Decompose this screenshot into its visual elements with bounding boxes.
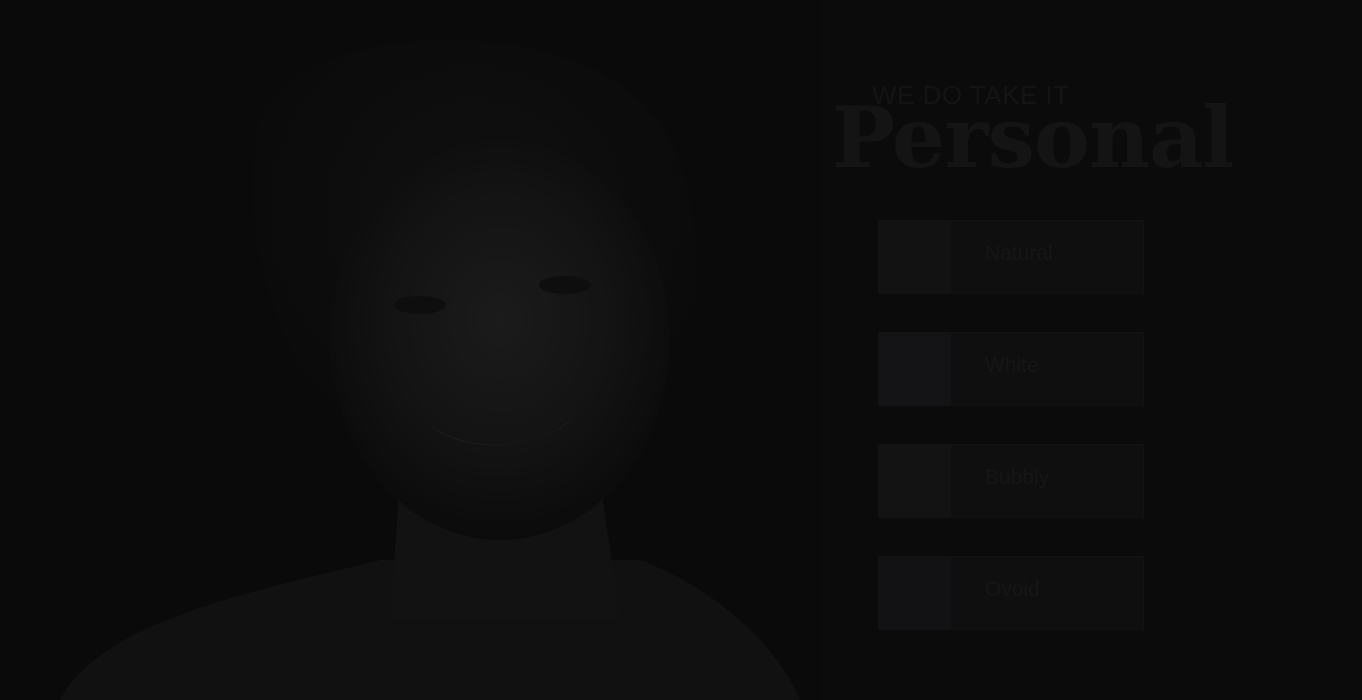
- page-stage: WE DO TAKE IT Personal Natural White Bub…: [0, 0, 1362, 700]
- portrait-illustration: [0, 0, 820, 700]
- option-bubbly[interactable]: Bubbly: [878, 444, 1144, 518]
- swatch-ovoid: [879, 557, 951, 629]
- option-label: White: [985, 354, 1039, 377]
- personalization-panel: WE DO TAKE IT Personal Natural White Bub…: [820, 0, 1362, 700]
- swatch-white: [879, 333, 951, 405]
- page-title: Personal: [832, 88, 1234, 187]
- option-ovoid[interactable]: Ovoid: [878, 556, 1144, 630]
- style-option-list: Natural White Bubbly Ovoid: [878, 220, 1144, 630]
- option-natural[interactable]: Natural: [878, 220, 1144, 294]
- option-label: Ovoid: [985, 578, 1040, 601]
- swatch-natural: [879, 221, 951, 293]
- option-white[interactable]: White: [878, 332, 1144, 406]
- swatch-bubbly: [879, 445, 951, 517]
- option-label: Bubbly: [985, 466, 1050, 489]
- option-label: Natural: [985, 242, 1053, 265]
- hero-portrait-image: [0, 0, 820, 700]
